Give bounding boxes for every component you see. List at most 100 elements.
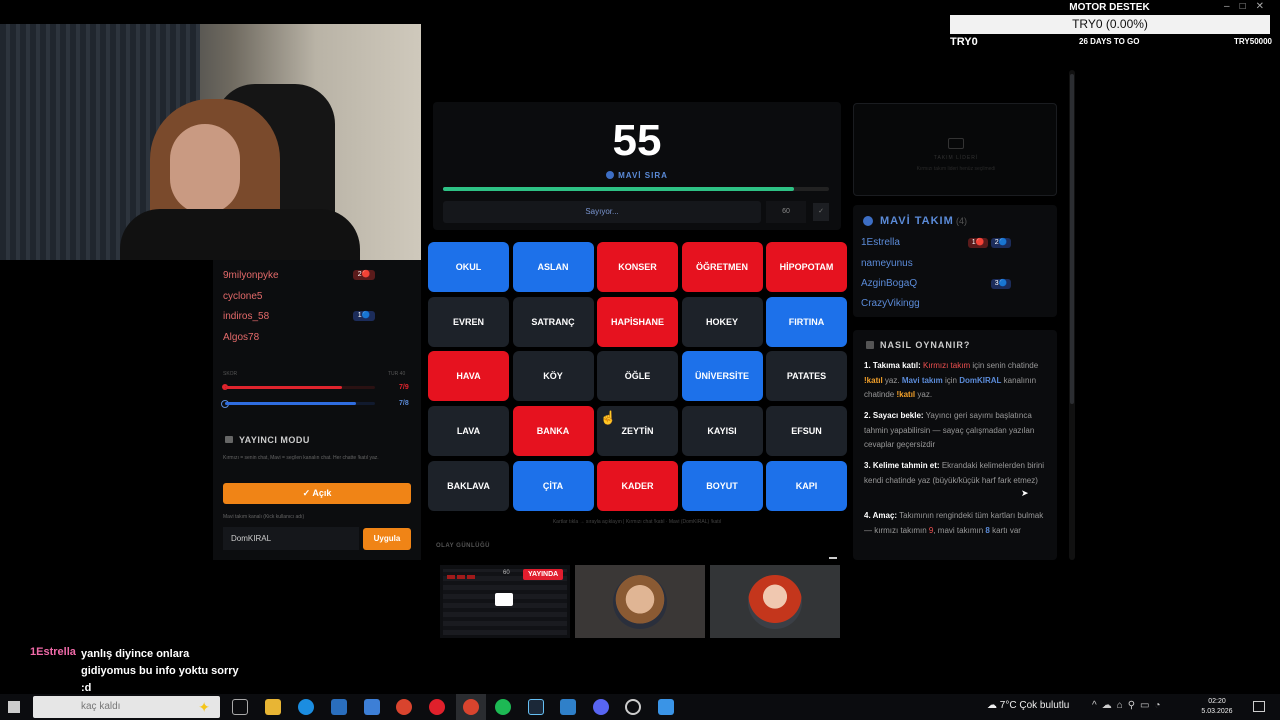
team-member: nameyunus (861, 258, 913, 269)
word-card[interactable]: PATATES (766, 351, 847, 402)
clock[interactable]: 02:20 5.03.2026 (1192, 697, 1242, 717)
live-viewer-count: 60 (503, 570, 510, 576)
taskbar: kaç kaldı ✦ ☁ 7°C Çok bulutlu ^☁⌂⚲▭◔ 02:… (0, 694, 1280, 720)
scrollbar-thumb[interactable] (1070, 74, 1074, 404)
spotify-icon[interactable] (495, 699, 511, 715)
taskbar-search[interactable]: kaç kaldı ✦ (33, 696, 220, 718)
chrome-icon[interactable] (396, 699, 412, 715)
word-card[interactable]: HOKEY (681, 296, 763, 347)
opera-icon[interactable] (429, 699, 445, 715)
word-card[interactable]: KÖY (512, 351, 594, 402)
obs-icon[interactable] (625, 699, 641, 715)
team-member: AzginBogaQ (861, 278, 918, 289)
edge-icon[interactable] (298, 699, 314, 715)
word-card[interactable]: BOYUT (681, 460, 763, 511)
channel-label: Mavi takım kanalı (Kick kullanıcı adı) (223, 514, 305, 520)
word-card[interactable]: FIRTINA (766, 296, 847, 347)
word-card[interactable]: SATRANÇ (512, 296, 594, 347)
word-card[interactable]: KONSER (597, 242, 678, 292)
player-name: indiros_58 (223, 311, 270, 322)
donation-goal-widget: MOTOR DESTEK –□✕ TRY0 (0.00%) TRY0 26 DA… (949, 0, 1280, 50)
weather-widget[interactable]: ☁ 7°C Çok bulutlu (987, 700, 1069, 711)
window-controls[interactable]: –□✕ (1224, 1, 1274, 12)
word-card[interactable]: HİPOPOTAM (766, 242, 847, 292)
blue-dot-icon (863, 216, 873, 226)
turn-indicator: MAVİ SIRA (433, 171, 841, 180)
word-card[interactable]: ASLAN (512, 242, 594, 292)
preview-mark (467, 575, 475, 579)
word-card[interactable]: ÇİTA (512, 460, 594, 511)
discord-icon[interactable] (593, 699, 609, 715)
timer-panel: 55 MAVİ SIRA Sayıyor... 60 ✓ (433, 102, 841, 230)
streamer-mode-title: YAYINCI MODU (239, 435, 310, 445)
minimize-handle[interactable] (829, 557, 837, 559)
join-command: !katıl (864, 375, 883, 385)
player-name: Algos78 (223, 332, 260, 343)
step-text: , mavi takımın (933, 525, 984, 535)
word-card[interactable]: ÖĞRETMEN (681, 242, 763, 292)
word-card[interactable]: BAKLAVA (428, 460, 509, 511)
notification-icon[interactable] (1253, 701, 1265, 712)
word-card[interactable]: KAYISI (681, 406, 763, 457)
seconds-input[interactable]: 60 (766, 201, 806, 223)
hand-cursor-icon: ☝ (600, 410, 617, 425)
blue-dot-icon (606, 171, 615, 179)
goal-days-left: 26 DAYS TO GO (1079, 37, 1140, 46)
member-badge: 3🔵 (991, 279, 1011, 289)
turn-progress-bar (443, 187, 829, 191)
red-score-fill (225, 386, 342, 389)
blue-score-track (225, 402, 375, 405)
member-badge: 2🔵 (991, 238, 1011, 248)
start-icon[interactable] (8, 701, 20, 713)
store-icon[interactable] (331, 699, 347, 715)
word-card[interactable]: EVREN (428, 296, 509, 347)
goal-title: MOTOR DESTEK (1069, 2, 1150, 13)
task-view-icon[interactable] (232, 699, 248, 715)
step-text: yaz. (917, 390, 933, 399)
word-card[interactable]: HAVA (428, 351, 509, 402)
channel-input[interactable] (223, 527, 359, 550)
system-tray[interactable]: ^☁⌂⚲▭◔ (1092, 700, 1166, 711)
app-icon[interactable] (364, 699, 380, 715)
word-card[interactable]: KAPI (766, 460, 847, 511)
step-head: 4. Amaç: (864, 511, 898, 520)
step-1: 1. Takıma katıl: Kırmızı takım için seni… (864, 359, 1049, 403)
word-card[interactable]: BANKA (512, 406, 594, 457)
app-icon[interactable] (560, 699, 576, 715)
word-card[interactable]: ÜNİVERSİTE (681, 351, 763, 402)
chrome-active-icon[interactable] (463, 699, 479, 715)
step-head: 3. Kelime tahmin et: (864, 461, 940, 470)
participant-tile[interactable] (575, 565, 705, 638)
blue-team-text: Mavi takım (901, 375, 943, 385)
scrollbar[interactable] (1069, 70, 1075, 560)
word-card[interactable]: OKUL (428, 242, 509, 292)
word-card[interactable]: EFSUN (766, 406, 847, 457)
participant-tile[interactable] (710, 565, 840, 638)
step-4: 4. Amaç: Takımının rengindeki tüm kartla… (864, 509, 1049, 538)
team-member: CrazyVikingg (861, 298, 920, 309)
webcam-streamer-face (170, 124, 240, 214)
score-label: SKOR (223, 371, 238, 377)
goal-target: TRY50000 (1234, 37, 1272, 46)
monitor-icon (495, 593, 513, 606)
steam-icon[interactable] (528, 699, 544, 715)
apply-button[interactable]: Uygula (363, 528, 411, 550)
set-seconds-button[interactable]: ✓ (813, 203, 829, 221)
goal-progress-bar: TRY0 (0.00%) (950, 15, 1270, 34)
player-name: 9milyonpyke (223, 270, 279, 281)
word-board: OKUL ASLAN KONSER ÖĞRETMEN HİPOPOTAM EVREN SAT… (426, 240, 848, 514)
turn-label: MAVİ SIRA (618, 171, 668, 180)
participant-tile-screen[interactable]: 60 YAYINDA (440, 565, 570, 638)
word-card[interactable]: ÖĞLE (597, 351, 678, 402)
word-card[interactable]: HAPİSHANE (597, 296, 678, 347)
word-card[interactable]: KADER (597, 460, 678, 511)
blue-team-panel: MAVİ TAKIM (4) 1Estrella 1🔴 2🔵 nameyunus… (853, 205, 1057, 317)
app-icon[interactable] (658, 699, 674, 715)
player-name: cyclone5 (223, 291, 263, 302)
file-explorer-icon[interactable] (265, 699, 281, 715)
word-card[interactable]: LAVA (428, 406, 509, 457)
red-team-text: Kırmızı takım (923, 361, 971, 370)
search-placeholder: kaç kaldı (81, 701, 121, 712)
leader-title: TAKIM LİDERİ (933, 155, 979, 161)
streamer-mode-toggle-button[interactable]: ✓ Açık (223, 483, 411, 504)
